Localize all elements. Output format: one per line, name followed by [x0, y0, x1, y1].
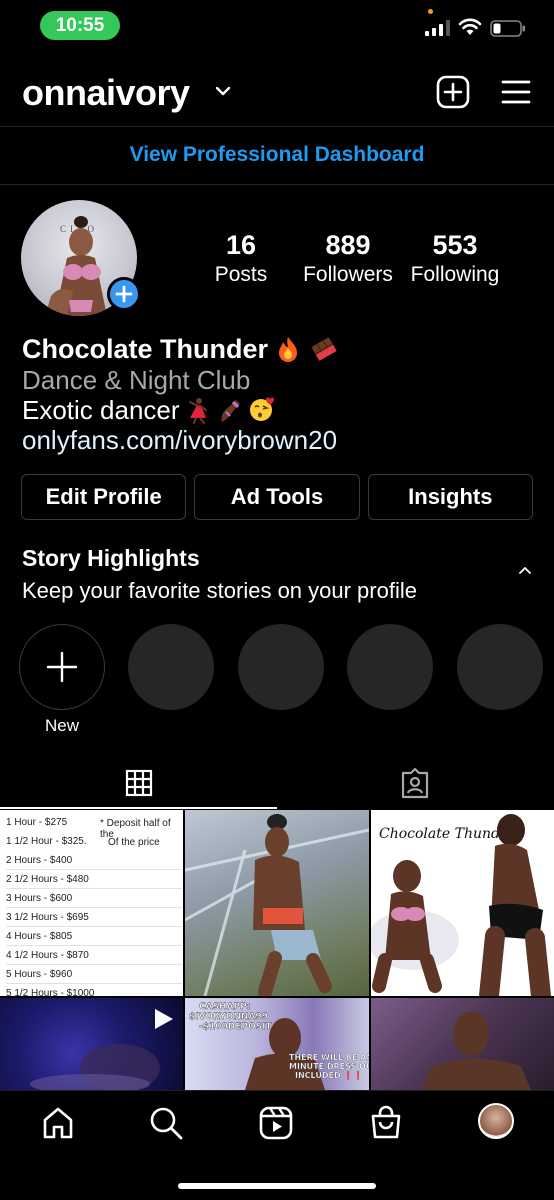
post-cashapp[interactable]: CASHAPP: $IVORYONNA99 -$100DEPOSIT THERE… [185, 998, 369, 1090]
profile-bio: Chocolate Thunder Dance & Night Club Exo… [22, 333, 542, 455]
profile-actions: Edit Profile Ad Tools Insights [21, 474, 533, 520]
fire-emoji-icon [279, 337, 298, 362]
price-row: 5 1/2 Hours - $1000 [6, 988, 95, 996]
tab-posts-grid[interactable] [0, 760, 277, 810]
reels-icon[interactable] [258, 1105, 294, 1141]
overlay-text: THERE WILL BE AN 20 [289, 1053, 369, 1062]
privacy-indicator-dot [428, 9, 433, 14]
plus-icon [115, 285, 133, 303]
bio-text: Exotic dancer [22, 395, 180, 425]
chevron-down-icon[interactable] [215, 86, 231, 96]
highlight-placeholder [457, 624, 543, 710]
display-name-row: Chocolate Thunder [22, 333, 542, 365]
post-graphic[interactable]: Chocolate Thunder [371, 810, 554, 996]
deposit-note: Of the price [108, 837, 160, 848]
dancer-emoji-icon [188, 398, 207, 424]
plus-icon [46, 651, 78, 683]
chevron-up-icon[interactable] [518, 566, 532, 575]
following-label: Following [410, 263, 500, 286]
story-highlights-title: Story Highlights [22, 545, 200, 571]
account-username[interactable]: onnaivory [22, 72, 190, 114]
post-photo[interactable] [371, 998, 554, 1090]
overlay-text: INCLUDED ❗❗ [295, 1070, 363, 1080]
cashapp-text: $IVORYONNA99 [189, 1012, 268, 1022]
posts-label: Posts [214, 263, 268, 286]
divider [0, 184, 554, 185]
posts-count: 16 [225, 230, 257, 260]
post-graphic-title: Chocolate Thunder [379, 826, 516, 842]
hamburger-menu-icon[interactable] [500, 77, 532, 107]
nail-polish-emoji-icon [221, 400, 240, 422]
price-row: 3 1/2 Hours - $695 [6, 908, 182, 927]
tab-tagged-posts[interactable] [277, 760, 554, 810]
create-post-icon[interactable] [436, 75, 470, 109]
followers-stat[interactable]: 889 Followers [297, 230, 399, 290]
active-tab-indicator [0, 807, 277, 809]
view-professional-dashboard-link[interactable]: View Professional Dashboard [0, 127, 554, 183]
profile-website-link[interactable]: onlyfans.com/ivorybrown20 [22, 425, 542, 455]
following-count: 553 [432, 230, 478, 260]
add-story-button[interactable] [107, 277, 141, 311]
following-stat[interactable]: 553 Following [404, 230, 506, 290]
profile-avatar[interactable]: CIAO [21, 200, 141, 316]
profile-header: onnaivory [0, 62, 554, 126]
highlight-placeholder [347, 624, 433, 710]
grid-icon [125, 769, 153, 797]
story-highlights-subtitle: Keep your favorite stories on your profi… [22, 578, 417, 603]
edit-profile-button[interactable]: Edit Profile [21, 474, 187, 520]
bio-line-row: Exotic dancer [22, 395, 542, 425]
followers-label: Followers [303, 263, 393, 286]
wifi-icon [458, 18, 482, 35]
status-time[interactable]: 10:55 [40, 11, 120, 40]
post-graphic-image: Chocolate Thunder [371, 814, 551, 996]
kissing-face-emoji-icon [249, 397, 274, 421]
highlight-placeholder [238, 624, 324, 710]
followers-count: 889 [325, 230, 371, 260]
shop-icon[interactable] [368, 1105, 404, 1141]
price-row: 2 1/2 Hours - $480 [6, 870, 182, 889]
display-name: Chocolate Thunder [22, 334, 269, 364]
search-icon[interactable] [148, 1105, 184, 1141]
posts-stat[interactable]: 16 Posts [200, 230, 282, 290]
new-highlight-label: New [44, 716, 79, 735]
profile-category: Dance & Night Club [22, 365, 251, 395]
cashapp-text: -$100DEPOSIT [199, 1022, 272, 1032]
post-photo-image [421, 1012, 531, 1090]
price-row: 4 Hours - $805 [6, 927, 182, 946]
insights-button[interactable]: Insights [367, 474, 533, 520]
price-row: 5 Hours - $960 [6, 965, 182, 984]
home-icon[interactable] [40, 1105, 76, 1141]
post-photo[interactable] [185, 810, 369, 996]
overlay-text: MINUTE DRESS OUT [289, 1062, 369, 1071]
price-row: 3 Hours - $600 [6, 889, 182, 908]
cashapp-text: CASHAPP: [199, 1002, 250, 1012]
profile-tab-avatar[interactable] [478, 1103, 514, 1139]
post-video[interactable] [0, 998, 183, 1090]
battery-icon [490, 20, 525, 37]
tagged-person-icon [401, 767, 429, 799]
post-cashapp-image: CASHAPP: $IVORYONNA99 -$100DEPOSIT THERE… [189, 1002, 369, 1090]
post-price-list[interactable]: 1 Hour - $275 * Deposit half of the 1 1/… [0, 810, 183, 996]
cellular-signal-icon [425, 20, 450, 36]
video-play-icon [155, 1009, 173, 1029]
price-row: 2 Hours - $400 [6, 851, 182, 870]
highlight-placeholder [128, 624, 214, 710]
ad-tools-button[interactable]: Ad Tools [194, 474, 360, 520]
status-bar: 10:55 [0, 0, 554, 52]
home-indicator [178, 1183, 376, 1189]
chocolate-bar-emoji-icon [312, 337, 337, 361]
post-photo-image [185, 814, 369, 996]
price-row: 4 1/2 Hours - $870 [6, 946, 182, 965]
new-highlight-button[interactable] [19, 624, 105, 710]
